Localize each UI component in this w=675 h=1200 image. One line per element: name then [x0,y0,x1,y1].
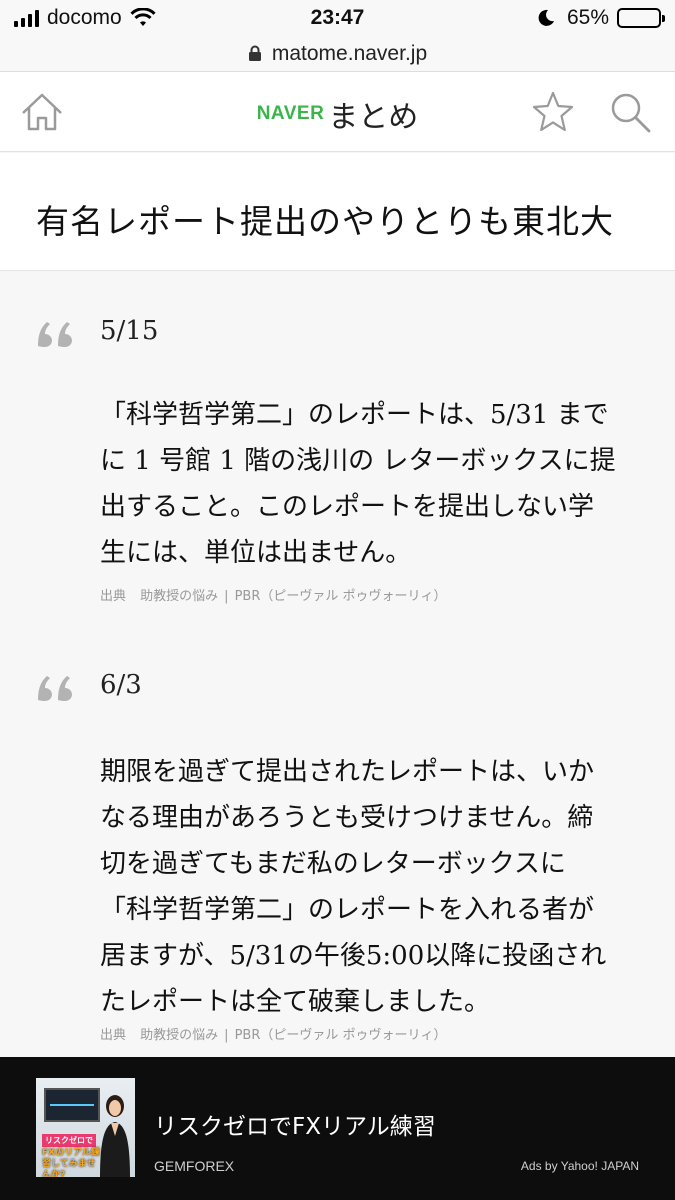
source-separator: | [224,1028,229,1043]
quote-icon [38,322,72,347]
source-separator: | [224,589,229,604]
quote-line: 「科学哲学第二」のレポートは、5/31 まで [100,400,609,430]
quote-line: なる理由があろうとも受けつけません。締 [100,803,594,833]
logo-matome: まとめ [328,100,419,135]
ad-image-person [100,1095,130,1177]
quote-line: 生には、単位は出ません。 [100,538,412,568]
quote-body: 期限を過ぎて提出されたレポートは、いか なる理由があろうとも受けつけません。締 … [100,749,640,1025]
source-label: 出典 [100,1028,127,1043]
address-bar[interactable]: matome.naver.jp [0,36,675,72]
quote-icon [38,676,72,701]
status-bar: docomo 23:47 65% [0,0,675,40]
status-right: 65% [537,6,665,30]
quote-line: 切を過ぎてもまだ私のレターボックスに [100,849,566,879]
site-header: NAVER まとめ [0,72,675,152]
quote-date: 6/3 [100,670,142,700]
moon-icon [538,9,554,26]
ad-image[interactable]: リスクゼロで FXのリアル練習してみませんか? [36,1078,135,1177]
ad-title[interactable]: リスクゼロでFXリアル練習 [154,1107,436,1141]
search-icon[interactable] [608,90,652,134]
logo-naver: NAVER [256,103,325,124]
star-icon[interactable] [531,90,575,134]
content: 5/15 「科学哲学第二」のレポートは、5/31 まで に 1 号館 1 階の浅… [0,272,675,1062]
quote-body: 「科学哲学第二」のレポートは、5/31 まで に 1 号館 1 階の浅川の レタ… [100,392,640,576]
quote-line: に 1 号館 1 階の浅川の レターボックスに提 [100,446,616,476]
quote-source: 出典 助教授の悩み | PBR（ピーヴァル ポゥヴォーリィ） [100,585,447,604]
quote-line: 期限を過ぎて提出されたレポートは、いか [100,757,595,787]
ad-image-monitor [44,1088,100,1122]
source-site-link[interactable]: PBR（ピーヴァル ポゥヴォーリィ） [235,589,447,604]
battery-percent: 65% [566,6,609,29]
ad-image-label: リスクゼロで [42,1134,96,1147]
title-area: 有名レポート提出のやりとりも東北大 [0,153,675,271]
quote-line: 出すること。このレポートを提出しない学 [100,492,595,522]
page-title: 有名レポート提出のやりとりも東北大 [36,202,614,241]
ad-credit[interactable]: Ads by Yahoo! JAPAN [521,1159,639,1173]
ad-image-caption: FXのリアル練習してみませんか? [42,1148,100,1177]
quote-date: 5/15 [100,316,159,346]
quote-line: 居ますが、5/31の午後5:00以降に投函され [100,941,607,971]
ad-banner[interactable]: リスクゼロで FXのリアル練習してみませんか? リスクゼロでFXリアル練習 GE… [0,1057,675,1200]
battery-icon [617,8,665,28]
source-title-link[interactable]: 助教授の悩み [140,589,218,604]
quote-line: たレポートは全て破棄しました。 [100,987,491,1017]
url-text: matome.naver.jp [271,41,428,65]
source-title-link[interactable]: 助教授の悩み [140,1028,218,1043]
source-label: 出典 [100,589,127,604]
quote-source: 出典 助教授の悩み | PBR（ピーヴァル ポゥヴォーリィ） [100,1024,447,1043]
lock-icon [248,45,261,61]
quote-line: 「科学哲学第二」のレポートを入れる者が [100,895,595,925]
source-site-link[interactable]: PBR（ピーヴァル ポゥヴォーリィ） [235,1028,447,1043]
ad-advertiser: GEMFOREX [154,1158,235,1174]
